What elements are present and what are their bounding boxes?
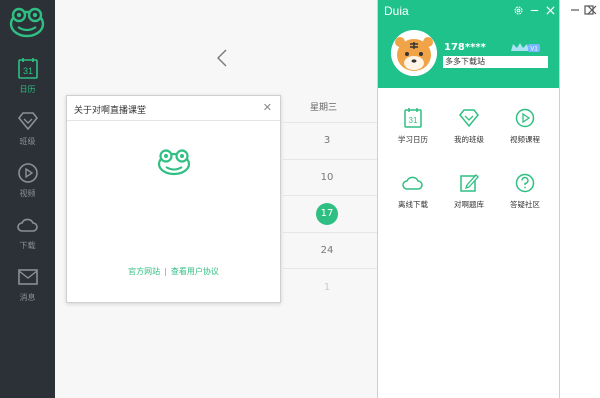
sidebar-item-video[interactable]: 视频 [0,161,55,213]
tile-label: 我的班级 [454,135,484,144]
vip-crown-icon: V1 [511,43,540,53]
chevron-left-icon[interactable] [216,48,228,68]
minimize-icon[interactable] [570,5,580,15]
play-icon [515,108,535,128]
question-icon [515,173,535,193]
tiger-avatar-icon [391,30,437,76]
about-dialog: 关于对啊直播课堂 ✕ 官方网站 | 查看用户协议 [66,95,281,303]
calendar-date[interactable]: 10 [307,172,347,183]
tile-label: 对啊题库 [454,200,484,209]
sidebar-item-label: 消息 [19,293,36,302]
tile-label: 答疑社区 [510,200,540,209]
frog-logo-icon [157,149,191,176]
calendar-divider [283,232,378,233]
calendar-icon: 31 [404,108,422,128]
calendar-icon: 31 [17,58,38,79]
calendar-icon-number: 31 [409,116,418,125]
vip-level: V1 [530,47,538,53]
close-icon[interactable]: ✕ [263,102,272,113]
link-separator: | [164,267,167,276]
avatar[interactable] [391,30,437,76]
sidebar-item-calendar[interactable]: 31 日历 [0,57,55,109]
sidebar: 31 日历 班级 视频 下载 消息 [0,0,55,398]
close-icon[interactable] [587,5,597,15]
calendar-date[interactable]: 24 [307,245,347,256]
brand-name: Duia [384,4,409,18]
sidebar-item-messages[interactable]: 消息 [0,265,55,317]
user-panel: Duia 178**** V1 多多下载站 31 学习日历 我的班级 视频课程 … [377,0,560,398]
dialog-links: 官方网站 | 查看用户协议 [67,266,280,277]
calendar-date-next-month[interactable]: 1 [307,282,347,293]
gear-icon[interactable] [513,5,524,16]
calendar-divider [283,159,378,160]
official-site-link[interactable]: 官方网站 [128,267,160,276]
dialog-title: 关于对啊直播课堂 [74,106,147,116]
sidebar-item-label: 视频 [19,189,36,198]
tile-qa-community[interactable]: 答疑社区 [495,172,555,210]
tile-offline-download[interactable]: 离线下载 [383,172,443,210]
calendar-icon-number: 31 [22,66,32,76]
calendar-divider [283,195,378,196]
sidebar-item-download[interactable]: 下载 [0,213,55,265]
sidebar-item-label: 下载 [19,241,36,250]
diamond-icon [17,112,38,131]
sidebar-item-label: 班级 [19,137,36,146]
tile-question-bank[interactable]: 对啊题库 [439,172,499,210]
frog-logo-icon [9,7,45,38]
panel-header: Duia 178**** V1 多多下载站 [378,0,559,88]
sidebar-item-label: 日历 [19,85,36,94]
calendar-divider [283,122,378,123]
sub-bar: 多多下载站 [443,56,548,68]
edit-icon [460,174,479,192]
mail-icon [17,269,38,285]
diamond-icon [459,109,479,128]
tile-label: 离线下载 [398,200,428,209]
window-controls [560,0,600,398]
cloud-download-icon [402,176,423,190]
weekday-header: 星期三 [310,103,338,113]
play-icon [17,163,38,183]
tile-study-calendar[interactable]: 31 学习日历 [383,107,443,145]
calendar-date[interactable]: 3 [307,135,347,146]
calendar-divider [283,268,378,269]
tile-label: 学习日历 [398,135,428,144]
dialog-divider [67,120,280,121]
tile-video-courses[interactable]: 视频课程 [495,107,555,145]
minimize-icon[interactable] [529,5,540,16]
tile-my-classes[interactable]: 我的班级 [439,107,499,145]
sidebar-item-class[interactable]: 班级 [0,109,55,161]
close-icon[interactable] [545,5,556,16]
calendar-date-today[interactable]: 17 [316,203,338,225]
tile-label: 视频课程 [510,135,540,144]
user-agreement-link[interactable]: 查看用户协议 [171,267,219,276]
username: 178**** [444,42,486,53]
cloud-download-icon [16,218,38,232]
